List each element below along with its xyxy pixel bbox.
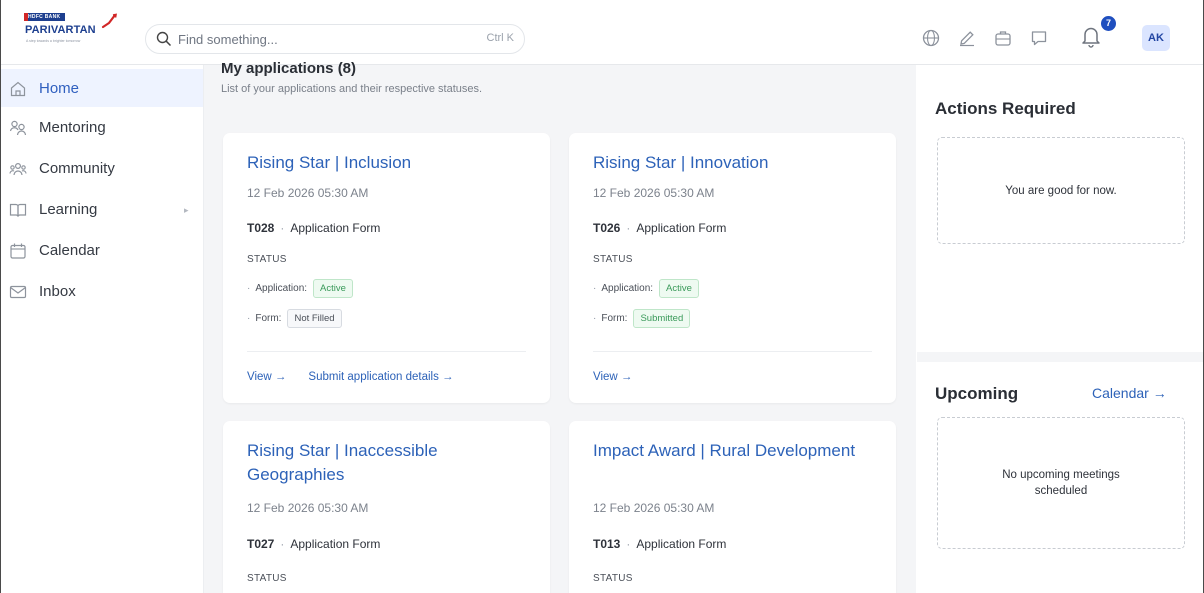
sidebar-item-inbox[interactable]: Inbox <box>1 272 203 310</box>
page-subtitle: List of your applications and their resp… <box>221 83 483 95</box>
sidebar-item-home[interactable]: Home <box>1 69 203 107</box>
sidebar-item-label: Learning <box>39 201 98 218</box>
status-heading: STATUS <box>247 573 287 584</box>
application-title[interactable]: Rising Star | Inclusion <box>247 151 517 175</box>
sidebar-item-label: Calendar <box>39 242 100 259</box>
application-form-line: T013 · Application Form <box>593 537 727 551</box>
sidebar-item-mentoring[interactable]: Mentoring <box>1 108 203 146</box>
form-type: Application Form <box>636 221 727 235</box>
card-divider <box>593 351 872 352</box>
application-title[interactable]: Rising Star | Inaccessible Geographies <box>247 439 517 487</box>
application-status-label: Application: <box>255 283 308 294</box>
sidebar-item-learning[interactable]: Learning ▸ <box>1 190 203 228</box>
brand-tagline: A step towards a brighter tomorrow <box>26 39 81 43</box>
application-date: 12 Feb 2026 05:30 AM <box>247 501 369 515</box>
actions-empty-state: You are good for now. <box>937 137 1185 244</box>
application-card: Rising Star | Inclusion 12 Feb 2026 05:3… <box>223 133 550 403</box>
sidebar-item-label: Home <box>39 80 80 97</box>
brand-logo[interactable]: HDFC BANK PARIVARTAN A step towards a br… <box>24 13 118 51</box>
mentoring-icon <box>9 120 27 136</box>
application-date: 12 Feb 2026 05:30 AM <box>247 186 369 200</box>
briefcase-icon[interactable] <box>993 28 1013 48</box>
form-status-label: Form: <box>601 313 628 324</box>
form-status-row: · Form: Submitted <box>593 309 691 328</box>
globe-icon[interactable] <box>921 28 941 48</box>
app-frame: HDFC BANK PARIVARTAN A step towards a br… <box>0 0 1204 593</box>
application-date: 12 Feb 2026 05:30 AM <box>593 501 715 515</box>
form-type: Application Form <box>290 537 381 551</box>
submit-details-link[interactable]: Submit application details → <box>308 371 453 383</box>
form-status-label: Form: <box>255 313 282 324</box>
status-badge: Not Filled <box>287 309 342 328</box>
sidebar-item-label: Community <box>39 160 115 177</box>
calendar-icon <box>10 243 26 259</box>
status-heading: STATUS <box>593 573 633 584</box>
card-actions: View → Submit application details → <box>247 371 476 383</box>
search-input[interactable] <box>178 29 448 49</box>
sidebar-item-label: Inbox <box>39 283 76 300</box>
home-icon <box>10 81 26 97</box>
brand-mark-icon <box>101 13 117 29</box>
card-actions: View → <box>593 371 654 383</box>
sidebar-item-label: Mentoring <box>39 119 106 136</box>
status-badge: Active <box>313 279 353 298</box>
application-code: T026 <box>593 221 621 235</box>
application-title[interactable]: Impact Award | Rural Development <box>593 439 863 463</box>
view-link[interactable]: View → <box>247 371 286 383</box>
community-icon <box>9 162 27 176</box>
avatar[interactable]: AK <box>1142 25 1170 51</box>
top-bar: HDFC BANK PARIVARTAN A step towards a br… <box>1 0 1203 65</box>
sidebar: Home Mentoring Community Learning ▸ Cale… <box>1 65 204 593</box>
page-title: My applications (8) <box>221 60 357 77</box>
edit-icon[interactable] <box>957 28 977 48</box>
applications-section: My applications (8) List of your applica… <box>204 60 916 593</box>
sidebar-item-calendar[interactable]: Calendar <box>1 231 203 269</box>
view-link[interactable]: View → <box>593 371 632 383</box>
sidebar-item-community[interactable]: Community <box>1 149 203 187</box>
application-date: 12 Feb 2026 05:30 AM <box>593 186 715 200</box>
right-panel: Actions Required You are good for now. U… <box>917 65 1203 593</box>
status-badge: Active <box>659 279 699 298</box>
bank-label: HDFC BANK <box>24 13 65 21</box>
upcoming-title: Upcoming <box>935 384 1019 403</box>
brand-name: PARIVARTAN <box>25 24 96 36</box>
panel-separator <box>917 352 1203 362</box>
card-divider <box>247 351 526 352</box>
application-form-line: T027 · Application Form <box>247 537 381 551</box>
application-code: T013 <box>593 537 621 551</box>
application-card: Impact Award | Rural Development 12 Feb … <box>569 421 896 593</box>
application-status-label: Application: <box>601 283 654 294</box>
status-badge: Submitted <box>633 309 691 328</box>
application-form-line: T026 · Application Form <box>593 221 727 235</box>
application-card: Rising Star | Innovation 12 Feb 2026 05:… <box>569 133 896 403</box>
actions-required-title: Actions Required <box>935 99 1076 118</box>
chevron-right-icon: ▸ <box>184 205 189 215</box>
mail-icon <box>9 285 27 299</box>
application-form-line: T028 · Application Form <box>247 221 381 235</box>
calendar-link[interactable]: Calendar → <box>1092 385 1167 401</box>
application-title[interactable]: Rising Star | Innovation <box>593 151 863 175</box>
status-heading: STATUS <box>593 254 633 265</box>
application-status-row: · Application: Active <box>593 279 699 298</box>
upcoming-empty-state: No upcoming meetings scheduled <box>937 417 1185 549</box>
form-type: Application Form <box>636 537 727 551</box>
status-heading: STATUS <box>247 254 287 265</box>
form-status-row: · Form: Not Filled <box>247 309 342 328</box>
book-icon <box>9 203 27 217</box>
application-status-row: · Application: Active <box>247 279 353 298</box>
application-card: Rising Star | Inaccessible Geographies 1… <box>223 421 550 593</box>
bell-icon[interactable] <box>1080 24 1102 48</box>
form-type: Application Form <box>290 221 381 235</box>
search-icon <box>156 31 172 47</box>
chat-icon[interactable] <box>1029 28 1049 48</box>
notification-badge: 7 <box>1101 16 1116 31</box>
search-shortcut: Ctrl K <box>486 32 515 44</box>
application-code: T027 <box>247 537 275 551</box>
search-bar[interactable]: Ctrl K <box>145 24 525 54</box>
application-code: T028 <box>247 221 275 235</box>
